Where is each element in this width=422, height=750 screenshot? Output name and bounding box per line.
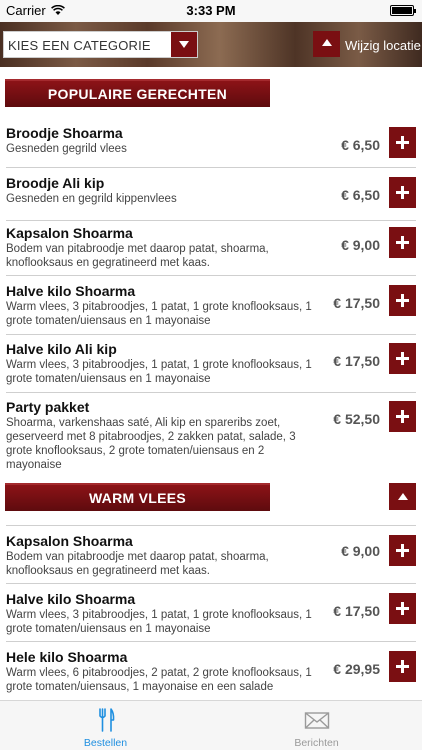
divider: [6, 220, 416, 221]
item-price: € 6,50: [341, 187, 380, 203]
item-description: Shoarma, varkenshaas saté, Ali kip en sp…: [6, 417, 296, 471]
item-price: € 6,50: [341, 137, 380, 153]
tab-label: Bestellen: [83, 737, 128, 749]
item-name: Halve kilo Ali kip: [6, 341, 117, 357]
item-name: Broodje Ali kip: [6, 175, 105, 191]
divider: [6, 275, 416, 276]
add-to-order-button[interactable]: [389, 285, 416, 316]
add-to-order-button[interactable]: [389, 535, 416, 566]
item-name: Halve kilo Shoarma: [6, 283, 136, 299]
status-time: 3:33 PM: [186, 3, 236, 18]
item-price: € 17,50: [333, 603, 380, 619]
item-description: Bodem van pitabroodje met daarop patat, …: [6, 243, 269, 269]
menu-list[interactable]: POPULAIRE GERECHTEN Broodje Shoarma Gesn…: [0, 67, 422, 700]
item-price: € 9,00: [341, 543, 380, 559]
item-name: Hele kilo Shoarma: [6, 649, 128, 665]
divider: [6, 641, 416, 642]
add-to-order-button[interactable]: [389, 127, 416, 158]
item-name: Kapsalon Shoarma: [6, 533, 133, 549]
item-description: Warm vlees, 3 pitabroodjes, 1 patat, 1 g…: [6, 301, 312, 327]
item-price: € 17,50: [333, 353, 380, 369]
section-header-populair[interactable]: POPULAIRE GERECHTEN: [5, 79, 270, 107]
tab-bestellen[interactable]: Bestellen: [0, 701, 211, 750]
item-name: Party pakket: [6, 399, 90, 415]
divider: [6, 167, 416, 168]
tab-berichten[interactable]: Berichten: [211, 701, 422, 750]
chevron-down-icon[interactable]: [171, 32, 197, 57]
chevron-up-icon[interactable]: [389, 483, 416, 510]
item-price: € 17,50: [333, 295, 380, 311]
tab-label: Berichten: [294, 737, 339, 749]
add-to-order-button[interactable]: [389, 227, 416, 258]
item-description: Warm vlees, 3 pitabroodjes, 1 patat, 1 g…: [6, 609, 312, 635]
item-price: € 9,00: [341, 237, 380, 253]
item-name: Kapsalon Shoarma: [6, 225, 133, 241]
envelope-icon: [304, 712, 329, 729]
location-toggle-button[interactable]: [313, 31, 340, 57]
category-select[interactable]: KIES EEN CATEGORIE: [3, 31, 198, 58]
item-description: Bodem van pitabroodje met daarop patat, …: [6, 551, 269, 577]
header-bar: KIES EEN CATEGORIE Wijzig locatie: [0, 22, 422, 67]
item-description: Gesneden en gegrild kippenvlees: [6, 193, 177, 205]
status-bar: Carrier 3:33 PM: [0, 0, 422, 22]
divider: [6, 525, 416, 526]
tab-bar: Bestellen Berichten: [0, 700, 422, 750]
add-to-order-button[interactable]: [389, 593, 416, 624]
item-description: Gesneden gegrild vlees: [6, 143, 127, 155]
battery-icon: [390, 5, 416, 16]
add-to-order-button[interactable]: [389, 651, 416, 682]
category-select-value: KIES EEN CATEGORIE: [8, 38, 151, 53]
item-name: Broodje Shoarma: [6, 125, 123, 141]
add-to-order-button[interactable]: [389, 401, 416, 432]
fork-knife-icon: [98, 708, 114, 732]
divider: [6, 334, 416, 335]
section-header-warm-vlees[interactable]: WARM VLEES: [5, 483, 270, 511]
add-to-order-button[interactable]: [389, 177, 416, 208]
item-description: Warm vlees, 6 pitabroodjes, 2 patat, 2 g…: [6, 667, 312, 693]
change-location-label[interactable]: Wijzig locatie: [345, 38, 421, 53]
divider: [6, 392, 416, 393]
divider: [6, 583, 416, 584]
add-to-order-button[interactable]: [389, 343, 416, 374]
item-price: € 52,50: [333, 411, 380, 427]
item-name: Halve kilo Shoarma: [6, 591, 136, 607]
item-description: Warm vlees, 3 pitabroodjes, 1 patat, 1 g…: [6, 359, 312, 385]
item-price: € 29,95: [333, 661, 380, 677]
